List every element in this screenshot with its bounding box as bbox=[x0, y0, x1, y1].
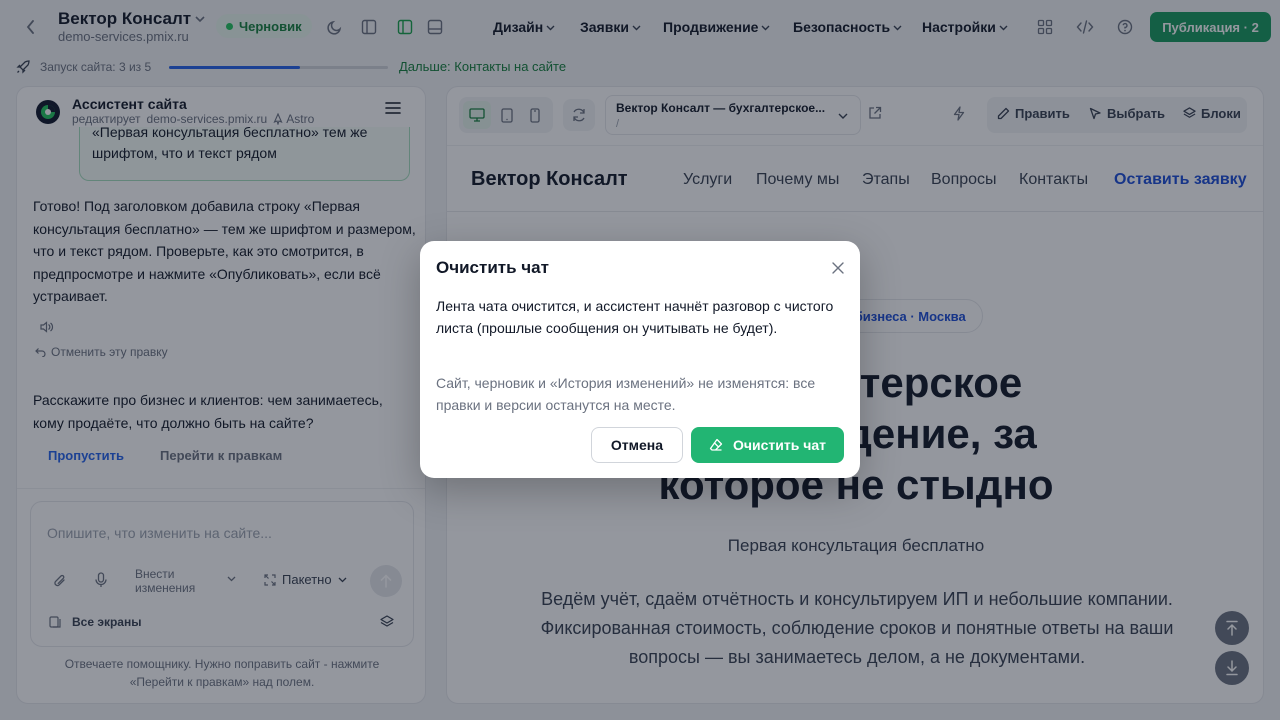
dialog-note: Сайт, черновик и «История изменений» не … bbox=[436, 375, 816, 413]
dialog-title: Очистить чат bbox=[436, 258, 549, 277]
dialog-body: Лента чата очистится, и ассистент начнёт… bbox=[436, 298, 834, 336]
clear-chat-button-label: Очистить чат bbox=[733, 437, 826, 453]
eraser-icon bbox=[709, 438, 723, 451]
cancel-button[interactable]: Отмена bbox=[591, 427, 683, 463]
clear-chat-button[interactable]: Очистить чат bbox=[691, 427, 844, 463]
clear-chat-dialog: Очистить чат Лента чата очистится, и асс… bbox=[420, 241, 860, 478]
close-icon[interactable] bbox=[830, 260, 846, 276]
